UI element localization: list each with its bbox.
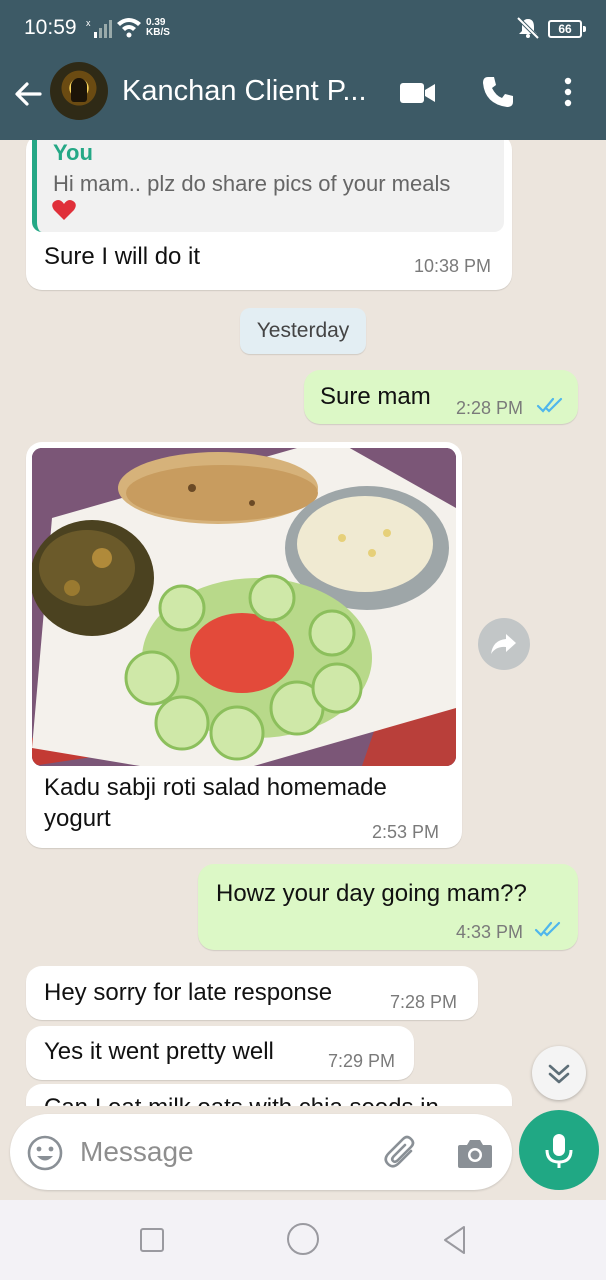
message-text: Can I eat milk oats with chia seeds in [44,1092,439,1106]
more-vert-icon[interactable] [556,74,580,110]
wifi-icon [117,18,141,38]
message-bubble-incoming[interactable]: Yes it went pretty well 7:29 PM [26,1026,414,1080]
chat-header: Kanchan Client P... [0,56,606,140]
camera-icon[interactable] [456,1136,494,1170]
network-speed: 0.39 KB/S [146,17,170,38]
quote-text: Hi mam.. plz do share pics of your meals [53,171,451,196]
back-arrow-icon[interactable] [10,76,46,112]
voice-record-button[interactable] [519,1110,599,1190]
home-icon[interactable] [287,1223,319,1255]
system-nav-bar [0,1200,606,1280]
meal-photo[interactable] [32,448,456,766]
message-bubble-incoming[interactable]: Hey sorry for late response 7:28 PM [26,966,478,1020]
message-text: Sure I will do it [44,243,201,270]
message-time: 2:53 PM [372,822,440,842]
mute-bell-icon [516,17,540,39]
microphone-icon [545,1134,573,1168]
scroll-to-bottom-button[interactable] [532,1046,586,1100]
status-bar: 10:59 x 0.39 KB/S 66 [0,0,606,56]
date-separator: Yesterday [240,308,366,354]
attach-paperclip-icon[interactable] [382,1134,422,1174]
message-time: 7:28 PM [390,992,458,1012]
emoji-icon[interactable] [26,1134,64,1172]
contact-avatar[interactable] [50,62,108,120]
double-chevron-down-icon [548,1064,570,1084]
read-receipt-icon [534,921,561,937]
forward-arrow-icon [491,634,516,654]
caption-line: Kadu sabji roti salad homemade [44,774,387,801]
chat-area[interactable]: You Hi mam.. plz do share pics of your m… [0,140,606,1106]
battery-indicator: 66 [548,20,586,38]
message-text: Howz your day going mam?? [216,880,527,907]
status-time: 10:59 [24,16,77,39]
message-bubble-image[interactable]: Kadu sabji roti salad homemade yogurt 2:… [26,442,462,848]
message-bubble-outgoing[interactable]: Howz your day going mam?? 4:33 PM [198,864,578,950]
message-time: 4:33 PM [456,922,524,942]
recent-apps-icon[interactable] [140,1228,164,1252]
read-receipt-icon [536,397,563,413]
signal-icon: x [86,18,112,38]
message-time: 7:29 PM [328,1051,396,1071]
message-text: Sure mam [320,383,431,410]
message-input[interactable] [80,1132,370,1172]
svg-text:x: x [86,18,91,28]
message-bubble-outgoing[interactable]: Sure mam 2:28 PM [304,370,578,424]
message-text: Hey sorry for late response [44,979,333,1006]
quote-author: You [53,140,93,165]
voice-call-icon[interactable] [480,74,516,110]
contact-name[interactable]: Kanchan Client P... [122,75,367,108]
message-bubble-incoming[interactable]: Can I eat milk oats with chia seeds in [26,1084,512,1106]
composer-bar [0,1106,606,1200]
quoted-message[interactable]: You Hi mam.. plz do share pics of your m… [32,140,504,232]
video-call-icon[interactable] [398,78,438,108]
message-bubble-incoming[interactable]: You Hi mam.. plz do share pics of your m… [26,140,512,290]
message-text: Yes it went pretty well [44,1038,274,1065]
red-heart-icon [52,200,76,220]
message-time: 2:28 PM [456,398,524,418]
forward-button[interactable] [478,618,530,670]
nav-back-icon[interactable] [440,1224,470,1256]
message-box[interactable] [10,1114,512,1190]
message-time: 10:38 PM [414,256,492,276]
